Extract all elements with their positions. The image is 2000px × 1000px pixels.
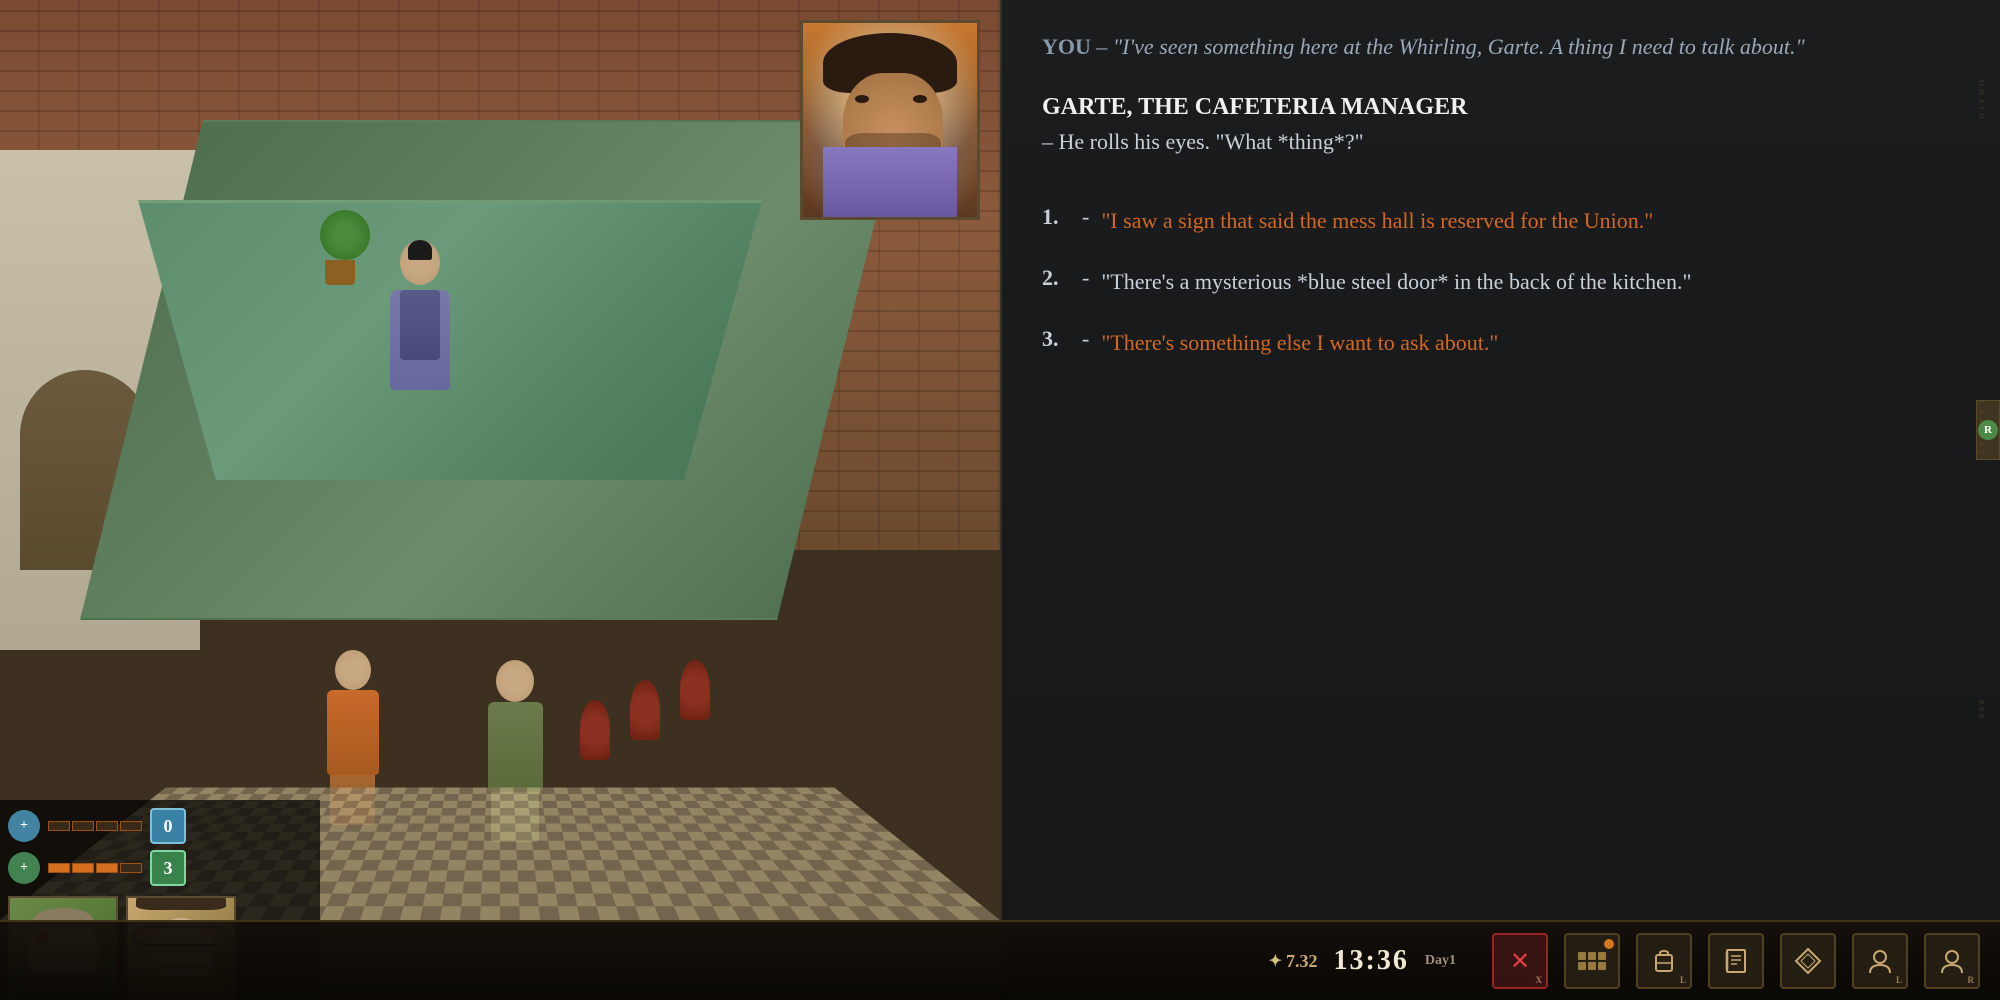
day-badge: Day1 — [1425, 953, 1456, 969]
health-segment-2 — [72, 821, 94, 831]
r-label: R — [1984, 424, 1992, 436]
scroll-label-800: 800 — [1977, 700, 1986, 721]
npc-speaker-name: GARTE, THE CAFETERIA MANAGER — [1042, 91, 1950, 125]
bartender-vest — [400, 290, 440, 360]
partner-hair — [136, 896, 226, 910]
notebook-icon — [1722, 947, 1750, 975]
morale-segment-2 — [72, 863, 94, 873]
game-viewport: + 0 + 3 — [0, 0, 1000, 1000]
time-value: 13:36 — [1334, 945, 1409, 977]
bartender-hair — [408, 240, 432, 260]
health-icon: + — [8, 810, 40, 842]
map-button[interactable] — [1780, 933, 1836, 989]
bar-stool — [630, 680, 660, 740]
dialogue-panel: ORAID CABIRAT 800 R YOU – "I've seen som… — [1000, 0, 2000, 1000]
character-l-icon — [1866, 947, 1894, 975]
npc-head — [335, 650, 371, 690]
morale-segment-1 — [48, 863, 70, 873]
npc-portrait-garte — [800, 20, 980, 220]
player-body — [488, 702, 543, 792]
dialogue-choice-1[interactable]: 1. - "I saw a sign that said the mess ha… — [1042, 200, 1950, 241]
npc-response: GARTE, THE CAFETERIA MANAGER – He rolls … — [1042, 91, 1950, 158]
close-icon: ✕ — [1510, 947, 1530, 976]
dialogue-choice-3[interactable]: 3. - "There's something else I want to a… — [1042, 322, 1950, 363]
npc-figure-orange[interactable] — [320, 650, 385, 800]
morale-segment-4 — [120, 863, 142, 873]
time-display: ✦ 7.32 13:36 Day1 — [1269, 945, 1456, 977]
currency-icon: ✦ — [1269, 951, 1282, 971]
morale-segment-3 — [96, 863, 118, 873]
portrait-eye-right — [913, 95, 927, 103]
bartender-figure[interactable] — [380, 240, 460, 420]
npc-body — [327, 690, 379, 775]
dialogue-choices: 1. - "I saw a sign that said the mess ha… — [1042, 200, 1950, 363]
portrait-eye-left — [855, 95, 869, 103]
currency-value: 7.32 — [1286, 951, 1318, 972]
health-bar-area: + 0 — [8, 808, 312, 844]
portrait-shirt — [823, 147, 957, 217]
choice-1-text: "I saw a sign that said the mess hall is… — [1101, 204, 1653, 237]
choice-2-dash: - — [1082, 265, 1089, 298]
choice-1-number: 1. — [1042, 204, 1070, 237]
choice-3-dash: - — [1082, 326, 1089, 359]
morale-bars — [48, 863, 142, 873]
bartender-body — [390, 290, 450, 390]
health-bars — [48, 821, 142, 831]
bar-stool — [680, 660, 710, 720]
health-segment-4 — [120, 821, 142, 831]
health-segment-1 — [48, 821, 70, 831]
morale-icon: + — [8, 852, 40, 884]
char-r-label: R — [1968, 975, 1975, 985]
plant-leaves — [320, 210, 370, 260]
backpack-icon — [1650, 947, 1678, 975]
character-l-button[interactable]: L — [1852, 933, 1908, 989]
scroll-thumb[interactable]: R — [1976, 400, 2000, 460]
bar-stool — [580, 700, 610, 760]
health-segment-3 — [96, 821, 118, 831]
dot-grid-icon — [1578, 952, 1606, 970]
portrait-face — [803, 23, 977, 217]
map-icon — [1794, 947, 1822, 975]
choice-1-dash: - — [1082, 204, 1089, 237]
backpack-button[interactable]: L — [1636, 933, 1692, 989]
notebook-button[interactable] — [1708, 933, 1764, 989]
choice-3-number: 3. — [1042, 326, 1070, 359]
morale-bar-area: + 3 — [8, 850, 312, 886]
plant — [320, 210, 360, 260]
character-r-button[interactable]: R — [1924, 933, 1980, 989]
dialogue-choice-2[interactable]: 2. - "There's a mysterious *blue steel d… — [1042, 261, 1950, 302]
prev-text: – "I've seen something here at the Whirl… — [1096, 34, 1804, 59]
char-l-label: L — [1896, 975, 1902, 985]
character-r-icon — [1938, 947, 1966, 975]
notification-dot — [1604, 939, 1614, 949]
dialogue-content: YOU – "I've seen something here at the W… — [1002, 0, 2000, 1000]
player-head — [496, 660, 534, 702]
bottom-toolbar: ✦ 7.32 13:36 Day1 ✕ X L — [0, 920, 2000, 1000]
health-value: 0 — [150, 808, 186, 844]
backpack-label: L — [1680, 975, 1686, 985]
currency-display: ✦ 7.32 — [1269, 951, 1318, 972]
scroll-r-button[interactable]: R — [1978, 420, 1998, 440]
scroll-label-oraid: ORAID — [1977, 80, 1986, 122]
plant-base — [325, 260, 355, 285]
choice-2-text: "There's a mysterious *blue steel door* … — [1101, 265, 1691, 298]
bartender-head — [400, 240, 440, 285]
choice-2-number: 2. — [1042, 265, 1070, 298]
npc-speech-text: – He rolls his eyes. "What *thing*?" — [1042, 125, 1950, 158]
morale-value: 3 — [150, 850, 186, 886]
inventory-grid-button[interactable] — [1564, 933, 1620, 989]
prev-dialogue: YOU – "I've seen something here at the W… — [1042, 30, 1950, 63]
close-button[interactable]: ✕ X — [1492, 933, 1548, 989]
prev-speaker: YOU — [1042, 34, 1091, 59]
close-label: X — [1536, 975, 1543, 985]
choice-3-text: "There's something else I want to ask ab… — [1101, 326, 1498, 359]
